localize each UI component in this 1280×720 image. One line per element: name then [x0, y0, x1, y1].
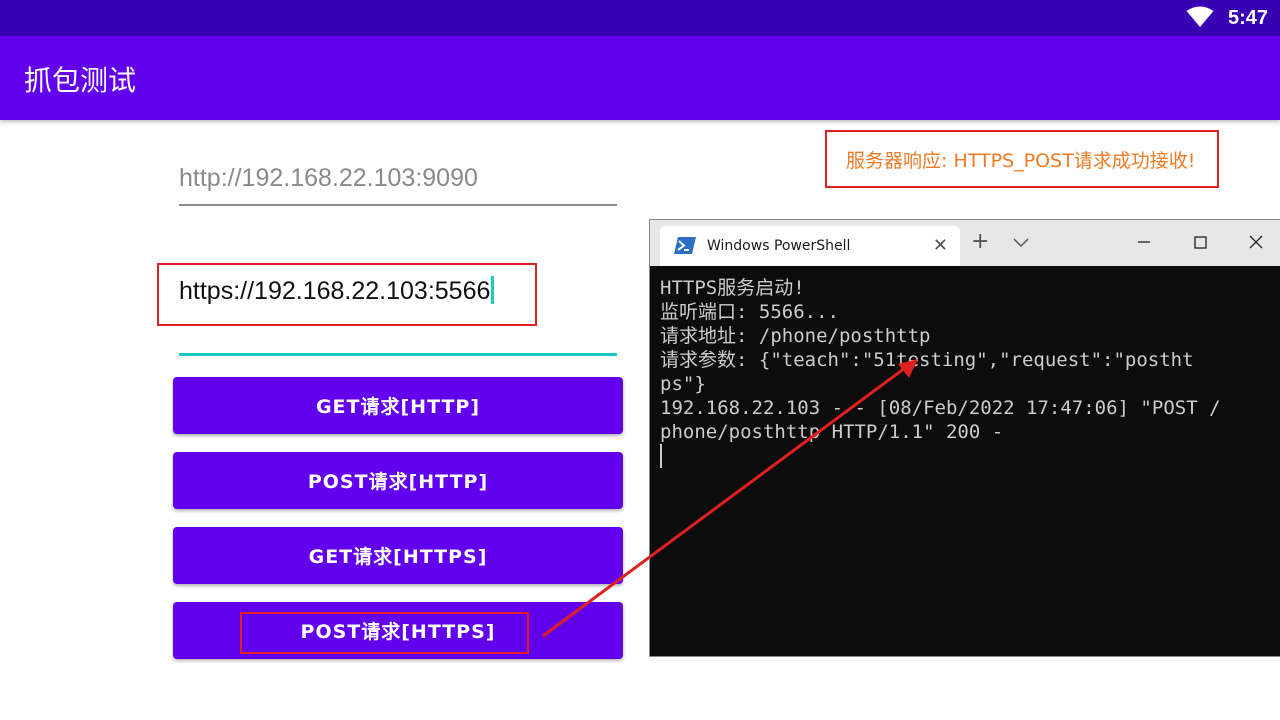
powershell-output: HTTPS服务启动! 监听端口: 5566... 请求地址: /phone/po… [660, 276, 1272, 468]
http-url-value: http://192.168.22.103:9090 [179, 164, 478, 192]
powershell-window[interactable]: Windows PowerShell ✕ + HTTPS服务启动! 监听端口: … [649, 219, 1280, 657]
post-http-button[interactable]: POST请求[HTTP] [173, 452, 623, 509]
console-cursor [660, 444, 662, 468]
status-time: 5:47 [1227, 7, 1268, 29]
console-line: phone/posthttp HTTP/1.1" 200 - [660, 421, 1004, 443]
console-line: 请求参数: {"teach":"51testing","request":"po… [660, 349, 1194, 371]
server-response-text: 服务器响应: HTTPS_POST请求成功接收! [846, 150, 1196, 172]
get-https-button[interactable]: GET请求[HTTPS] [173, 527, 623, 584]
powershell-icon [674, 237, 696, 254]
window-close-icon[interactable] [1236, 224, 1276, 260]
console-line: 请求地址: /phone/posthttp [660, 325, 931, 347]
tab-close-icon[interactable]: ✕ [933, 235, 948, 256]
console-line: 监听端口: 5566... [660, 301, 839, 323]
app-title: 抓包测试 [24, 64, 137, 97]
console-line: HTTPS服务启动! [660, 277, 805, 299]
powershell-titlebar[interactable]: Windows PowerShell ✕ + [650, 220, 1280, 266]
maximize-icon[interactable] [1180, 224, 1220, 260]
status-bar: 5:47 [0, 0, 1280, 36]
get-http-button[interactable]: GET请求[HTTP] [173, 377, 623, 434]
powershell-tab[interactable]: Windows PowerShell ✕ [660, 226, 960, 266]
annotation-box-https-url [157, 263, 537, 326]
wifi-icon [1186, 6, 1214, 27]
new-tab-icon[interactable]: + [971, 229, 989, 254]
minimize-icon[interactable] [1124, 224, 1164, 260]
chevron-down-icon[interactable] [1012, 233, 1030, 251]
console-line: ps"} [660, 373, 706, 395]
annotation-box-post-https [240, 612, 529, 654]
app-bar: 抓包测试 [0, 36, 1280, 120]
console-line: 192.168.22.103 - - [08/Feb/2022 17:47:06… [660, 397, 1221, 419]
powershell-tab-title: Windows PowerShell [707, 238, 851, 254]
http-url-field[interactable]: http://192.168.22.103:9090 [179, 164, 617, 206]
